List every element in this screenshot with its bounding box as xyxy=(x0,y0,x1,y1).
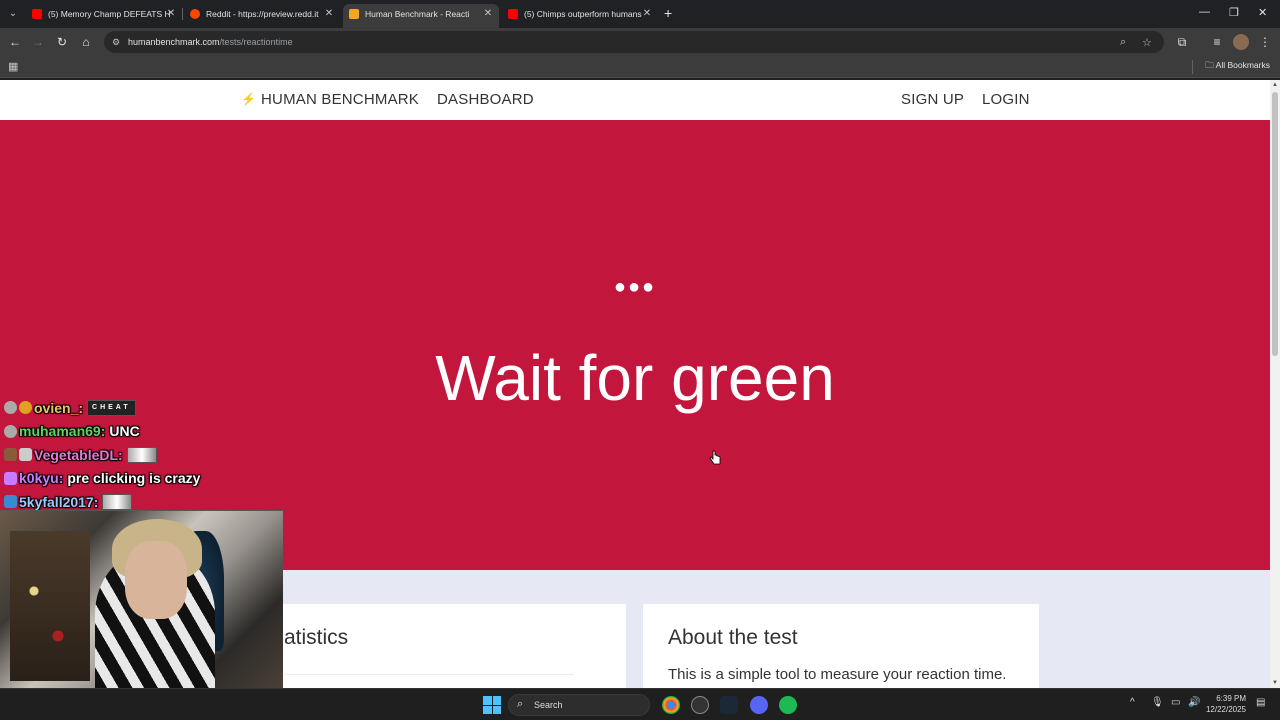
statistics-title: atistics xyxy=(284,626,349,649)
chat-message: ovien_: CHEAT xyxy=(4,396,200,420)
close-window-icon[interactable]: ✕ xyxy=(1258,6,1267,19)
scroll-up-icon[interactable]: ▲ xyxy=(1272,82,1278,88)
brand-link[interactable]: HUMAN BENCHMARK xyxy=(261,80,419,120)
tab-reddit[interactable]: Reddit - https://preview.redd.it ✕ xyxy=(190,4,334,24)
chat-message: muhaman69: UNC xyxy=(4,420,200,444)
close-icon[interactable]: ✕ xyxy=(324,4,334,24)
cheat-emote: CHEAT xyxy=(87,399,136,416)
lightning-icon: ⚡ xyxy=(241,92,256,106)
new-tab-button[interactable]: + xyxy=(664,6,672,20)
youtube-icon xyxy=(32,9,42,19)
network-icon[interactable]: ▭ xyxy=(1171,697,1180,708)
search-icon: ⌕ xyxy=(517,698,524,710)
close-icon[interactable]: ✕ xyxy=(483,4,493,24)
tab-memory-champ[interactable]: (5) Memory Champ DEFEATS H ✕ xyxy=(32,4,176,24)
restore-icon[interactable]: ❐ xyxy=(1229,6,1239,19)
streamer-webcam xyxy=(0,510,283,688)
url-text[interactable]: humanbenchmark.com/tests/reactiontime xyxy=(128,31,293,53)
youtube-icon xyxy=(508,9,518,19)
app-icon[interactable] xyxy=(691,696,709,714)
dashboard-link[interactable]: DASHBOARD xyxy=(437,80,534,120)
waiting-dots-icon: ●●● xyxy=(613,276,657,298)
notifications-icon[interactable]: ▤ xyxy=(1256,697,1265,708)
badge-icon xyxy=(19,401,32,415)
address-bar[interactable]: ⚙ humanbenchmark.com/tests/reactiontime … xyxy=(104,31,1164,53)
badge-icon xyxy=(19,448,32,462)
gift-badge-icon xyxy=(4,471,17,485)
windows-taskbar: ⌕ Search ^ 🎙 ▭ 🔊 6:39 PM 12/22/2025 ▤ xyxy=(0,688,1280,720)
scroll-down-icon[interactable]: ▼ xyxy=(1272,680,1278,686)
discord-icon[interactable] xyxy=(750,696,768,714)
statistics-card: atistics xyxy=(259,604,626,688)
profile-avatar[interactable] xyxy=(1233,34,1249,50)
chat-message: k0kyu: pre clicking is crazy xyxy=(4,467,200,491)
forward-icon[interactable]: → xyxy=(30,34,46,50)
chrome-icon[interactable] xyxy=(662,696,680,714)
reddit-icon xyxy=(190,9,200,19)
site-info-icon[interactable]: ⚙ xyxy=(112,36,124,48)
login-link[interactable]: LOGIN xyxy=(982,80,1030,120)
about-title: About the test xyxy=(668,626,798,649)
tab-search-icon[interactable]: ⌄ xyxy=(5,6,21,22)
extensions-icon[interactable]: ⧉ xyxy=(1174,34,1190,50)
microphone-icon[interactable]: 🎙 xyxy=(1151,697,1164,708)
close-icon[interactable]: ✕ xyxy=(642,4,652,24)
close-icon[interactable]: ✕ xyxy=(166,4,176,24)
reload-icon[interactable]: ↻ xyxy=(54,34,70,50)
more-menu-icon[interactable]: ⋮ xyxy=(1257,34,1273,50)
browser-tab-bar: ⌄ (5) Memory Champ DEFEATS H ✕ Reddit - … xyxy=(0,0,1280,28)
taskbar-clock[interactable]: 6:39 PM 12/22/2025 xyxy=(1206,693,1246,715)
face-emote xyxy=(126,446,157,463)
tab-human-benchmark[interactable]: Human Benchmark - Reacti ✕ xyxy=(343,4,499,28)
hand-cursor-icon xyxy=(709,450,721,465)
browser-toolbar: ← → ↻ ⌂ ⚙ humanbenchmark.com/tests/react… xyxy=(0,28,1280,56)
statistics-chart xyxy=(284,674,574,688)
volume-icon[interactable]: 🔊 xyxy=(1188,697,1200,708)
back-icon[interactable]: ← xyxy=(7,34,23,50)
home-icon[interactable]: ⌂ xyxy=(78,34,94,50)
about-card: About the test This is a simple tool to … xyxy=(643,604,1039,688)
minimize-icon[interactable]: — xyxy=(1199,6,1210,18)
chat-message: VegetableDL: xyxy=(4,443,200,467)
bookmark-star-icon[interactable]: ☆ xyxy=(1142,36,1152,49)
taskbar-search[interactable]: ⌕ Search xyxy=(508,694,650,716)
site-nav: ⚡ HUMAN BENCHMARK DASHBOARD SIGN UP LOGI… xyxy=(0,80,1270,120)
tab-chimps[interactable]: (5) Chimps outperform humans ✕ xyxy=(508,4,652,24)
badge-icon xyxy=(4,401,17,415)
bookmarks-bar: ▦ 🗀 All Bookmarks xyxy=(0,56,1280,78)
media-control-icon[interactable]: ≡ xyxy=(1209,34,1225,50)
spotify-icon[interactable] xyxy=(779,696,797,714)
zoom-icon[interactable]: ⌕ xyxy=(1120,36,1126,49)
all-bookmarks-button[interactable]: 🗀 All Bookmarks xyxy=(1205,60,1270,74)
stream-chat-overlay: ovien_: CHEAT muhaman69: UNC VegetableDL… xyxy=(4,396,200,514)
steam-icon[interactable] xyxy=(720,696,738,714)
page-scrollbar[interactable]: ▲ ▼ xyxy=(1270,80,1280,688)
face-emote xyxy=(102,493,133,510)
badge-icon xyxy=(4,448,17,462)
scrollbar-thumb[interactable] xyxy=(1272,92,1278,356)
start-button[interactable] xyxy=(483,696,501,714)
about-text: This is a simple tool to measure your re… xyxy=(668,666,1007,683)
human-benchmark-icon xyxy=(349,9,359,19)
signup-link[interactable]: SIGN UP xyxy=(901,80,964,120)
crown-badge-icon xyxy=(4,495,17,509)
badge-icon xyxy=(4,424,17,438)
apps-grid-icon[interactable]: ▦ xyxy=(8,60,18,73)
tray-chevron-icon[interactable]: ^ xyxy=(1130,697,1135,708)
